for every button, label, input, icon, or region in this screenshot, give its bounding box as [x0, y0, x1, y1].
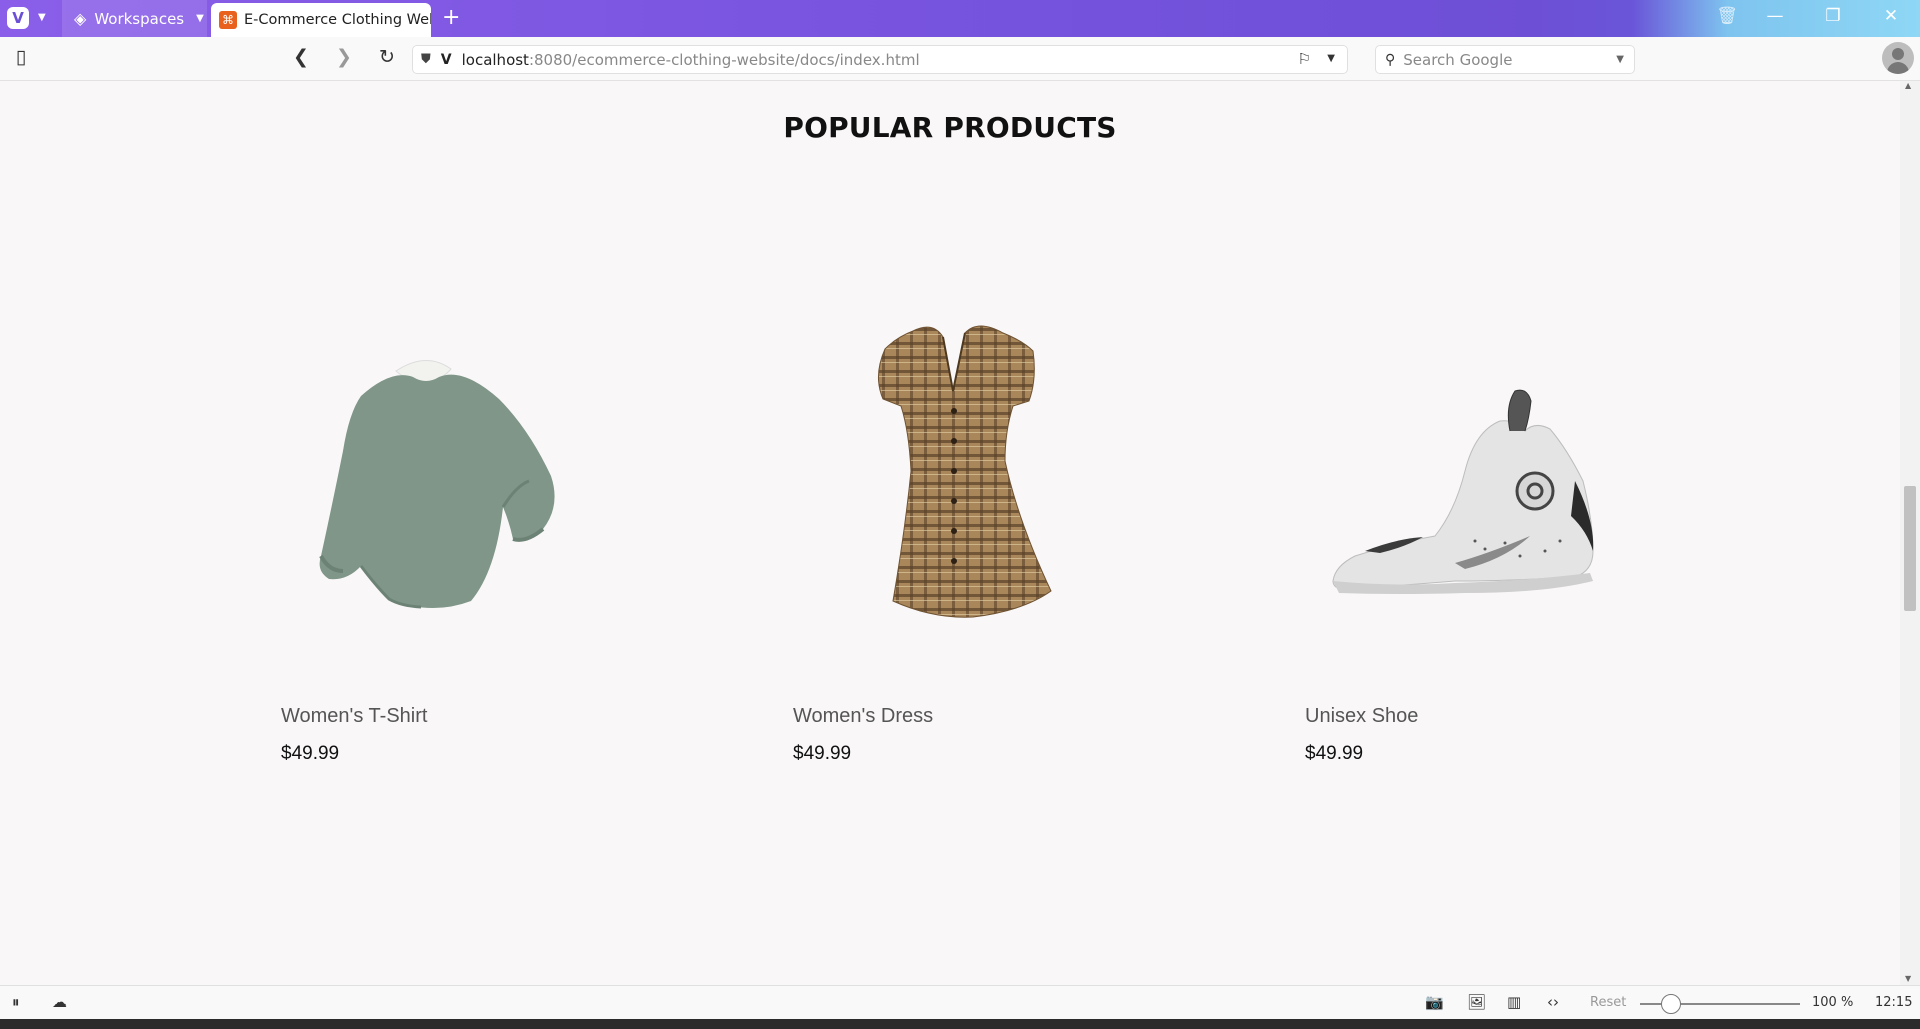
browser-window: V ▼ ◈ Workspaces ▼ ⌘ E-Commerce Clothing… — [0, 0, 1920, 1029]
site-favicon-icon: ⌘ — [219, 11, 237, 29]
chevron-down-icon[interactable]: ▼ — [1327, 53, 1335, 64]
product-name[interactable]: Women's T-Shirt — [281, 705, 427, 728]
zoom-slider-handle[interactable] — [1661, 994, 1681, 1014]
avatar-shoulders — [1887, 62, 1909, 74]
workspaces-button[interactable]: ◈ Workspaces ▼ — [62, 0, 207, 37]
workspaces-label: Workspaces — [94, 9, 185, 28]
product-image-sweatshirt[interactable] — [281, 281, 601, 681]
chevron-down-icon: ▼ — [196, 13, 204, 24]
search-placeholder: Search Google — [1403, 50, 1513, 69]
avatar-head — [1892, 48, 1904, 60]
product-card[interactable]: Women's T-Shirt $49.99 — [281, 281, 761, 851]
scrollbar-thumb[interactable] — [1904, 486, 1916, 611]
page-viewport: POPULAR PRODUCTS Women's T-Shirt $49.99 — [0, 81, 1900, 985]
product-price: $49.99 — [1305, 743, 1364, 764]
reload-icon[interactable]: ↻ — [374, 46, 400, 68]
close-icon[interactable]: ✕ — [1876, 6, 1906, 26]
profile-avatar[interactable] — [1882, 42, 1914, 74]
taskbar-edge — [0, 1019, 1920, 1029]
url-path: :8080/ecommerce-clothing-website/docs/in… — [528, 50, 920, 69]
product-card[interactable]: Unisex Shoe $49.99 — [1305, 281, 1785, 851]
scroll-up-icon[interactable]: ▲ — [1905, 81, 1911, 90]
vivaldi-site-icon: V — [440, 51, 452, 68]
tab-title: E-Commerce Clothing Website — [244, 12, 431, 28]
chevron-down-icon[interactable]: ▼ — [38, 12, 46, 23]
zoom-level: 100 % — [1812, 995, 1854, 1010]
clock: 12:15 — [1875, 995, 1913, 1010]
zoom-reset-button[interactable]: Reset — [1590, 995, 1626, 1010]
product-image-sneaker[interactable] — [1305, 281, 1625, 681]
navigation-bar: ▯ ❮ ❯ ↻ ⛊ V localhost:8080/ecommerce-clo… — [0, 37, 1920, 81]
image-icon[interactable]: 🖼 — [1467, 993, 1486, 1011]
camera-icon[interactable]: 📷 — [1425, 993, 1444, 1011]
section-title: POPULAR PRODUCTS — [783, 111, 1117, 144]
search-input[interactable]: ⚲ Search Google ▼ — [1375, 45, 1635, 74]
tab-bar: V ▼ ◈ Workspaces ▼ ⌘ E-Commerce Clothing… — [0, 0, 1920, 37]
search-icon: ⚲ — [1385, 51, 1396, 68]
layers-icon: ◈ — [74, 9, 87, 28]
vivaldi-menu-icon[interactable]: V — [7, 7, 29, 29]
forward-icon[interactable]: ❯ — [331, 46, 357, 68]
scroll-down-icon[interactable]: ▼ — [1905, 974, 1911, 983]
product-card[interactable]: Women's Dress $49.99 — [793, 281, 1273, 851]
panel-toggle-icon[interactable]: ⏸ — [12, 993, 20, 1011]
url-host: localhost — [461, 50, 529, 69]
product-image-dress[interactable] — [793, 281, 1113, 681]
minimize-icon[interactable]: — — [1760, 6, 1790, 26]
address-bar[interactable]: ⛊ V localhost:8080/ecommerce-clothing-we… — [412, 45, 1348, 74]
new-tab-icon[interactable]: + — [442, 5, 460, 30]
code-icon[interactable]: ‹› — [1547, 993, 1559, 1011]
bookmark-icon[interactable]: ⚐ — [1298, 50, 1311, 68]
sidebar-toggle-icon[interactable]: ▯ — [8, 46, 34, 68]
shield-icon[interactable]: ⛊ — [421, 52, 431, 67]
product-name[interactable]: Unisex Shoe — [1305, 705, 1418, 728]
chevron-down-icon[interactable]: ▼ — [1616, 54, 1624, 65]
trash-icon[interactable]: 🗑 — [1712, 6, 1742, 26]
cloud-sync-icon[interactable]: ☁ — [52, 993, 67, 1011]
status-bar: ⏸ ☁ 📷 🖼 ▥ ‹› Reset 100 % 12:15 — [0, 985, 1920, 1019]
product-price: $49.99 — [281, 743, 340, 764]
back-icon[interactable]: ❮ — [288, 46, 314, 68]
product-name[interactable]: Women's Dress — [793, 705, 933, 728]
page-scrollbar[interactable]: ▲ ▼ — [1900, 81, 1920, 985]
product-price: $49.99 — [793, 743, 852, 764]
restore-icon[interactable]: ❐ — [1818, 6, 1848, 26]
page-tiling-icon[interactable]: ▥ — [1507, 993, 1521, 1011]
tab-active[interactable]: ⌘ E-Commerce Clothing Website — [211, 3, 431, 37]
